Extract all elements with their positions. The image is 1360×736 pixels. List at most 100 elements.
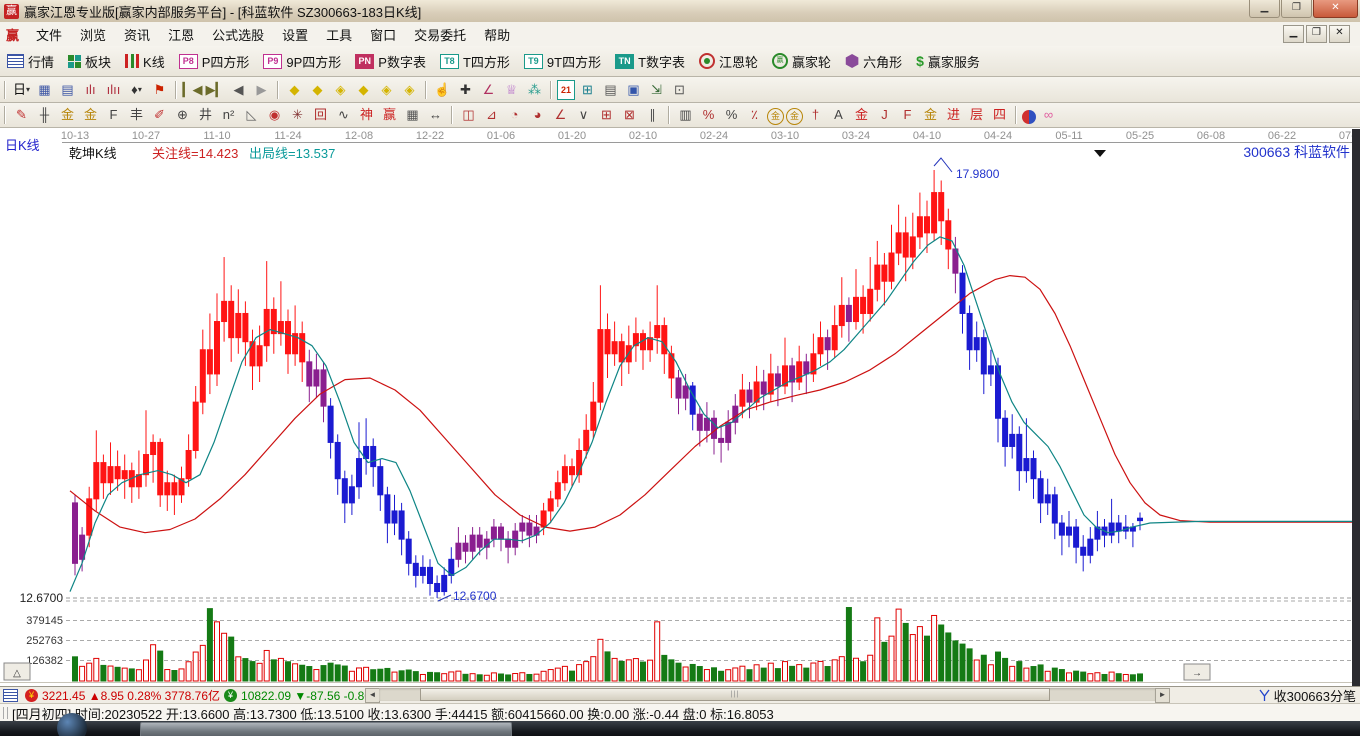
yinyang-icon[interactable] (1022, 110, 1036, 124)
diamond-h-icon[interactable]: ◈ (330, 80, 351, 100)
bars9-chart-icon[interactable]: ılıı (103, 80, 124, 100)
notes-icon[interactable]: ▤ (600, 80, 621, 100)
toolbar-button-T四方形[interactable]: T8T四方形 (433, 49, 517, 73)
titlebar[interactable]: 赢 赢家江恩专业版[赢家内部服务平台] - [科蓝软件 SZ300663-183… (0, 0, 1360, 23)
knot-tool-icon[interactable]: ⁂ (524, 80, 545, 100)
start-orb-icon[interactable] (57, 713, 87, 736)
toolbar-button-9T四方形[interactable]: T99T四方形 (517, 49, 608, 73)
diamond-x-icon[interactable]: ◆ (353, 80, 374, 100)
printer-icon[interactable]: ⊡ (669, 80, 690, 100)
fan-lines-icon[interactable]: ⊿ (481, 105, 502, 125)
minimize-button[interactable]: ▁ (1249, 0, 1280, 18)
scroll-thumb[interactable]: ||| (420, 688, 1050, 701)
coin-icon[interactable]: 金 (767, 108, 784, 125)
grid-box-icon[interactable]: ⊞ (596, 105, 617, 125)
menu-item-文件[interactable]: 文件 (27, 26, 71, 45)
f-grid-icon[interactable]: F (103, 105, 124, 125)
ruler-grid-icon[interactable]: ▦ (402, 105, 423, 125)
pattern-chart-icon[interactable]: ▦ (34, 80, 55, 100)
prev-page-icon[interactable]: ◀ (228, 80, 249, 100)
period-day-dropdown[interactable]: 日▾ (11, 80, 32, 100)
diamond-left-icon[interactable]: ◆ (284, 80, 305, 100)
calendar-icon[interactable]: 21 (557, 80, 575, 100)
pct5-icon[interactable]: ٪ (744, 105, 765, 125)
toolbar-button-板块[interactable]: 板块 (61, 49, 118, 73)
diamond-all-icon[interactable]: ◈ (399, 80, 420, 100)
mdi-close-button[interactable]: ✕ (1329, 25, 1350, 43)
shanghai-index-quote[interactable]: 3221.45 ▲8.95 0.28% 3778.76亿 (42, 687, 220, 704)
parallel-lines-icon[interactable]: ∥ (642, 105, 663, 125)
menu-item-设置[interactable]: 设置 (273, 26, 317, 45)
windows-taskbar[interactable] (0, 721, 1360, 736)
toolbar-button-T数字表[interactable]: TNT数字表 (608, 49, 692, 73)
toolbar-button-P数字表[interactable]: PNP数字表 (348, 49, 433, 73)
gold-grid2-icon[interactable]: 金 (80, 105, 101, 125)
pie-tool-icon[interactable]: ◕ (527, 105, 548, 125)
f-angle-icon[interactable]: F (897, 105, 918, 125)
menu-item-公式选股[interactable]: 公式选股 (203, 26, 273, 45)
menu-item-资讯[interactable]: 资讯 (115, 26, 159, 45)
a-grid-icon[interactable]: A (828, 105, 849, 125)
kline-chart[interactable]: 10-1310-2711-1011-2412-0812-2201-0601-20… (0, 128, 1360, 686)
angle-line-icon[interactable]: ∠ (550, 105, 571, 125)
wave-icon[interactable]: ∿ (333, 105, 354, 125)
j-angle-icon[interactable]: J (874, 105, 895, 125)
candle-style-dropdown[interactable]: ♦▾ (126, 80, 147, 100)
bars3-chart-icon[interactable]: ılı (80, 80, 101, 100)
angle-ruler-icon[interactable]: ◺ (241, 105, 262, 125)
volume-pane-toggle-button[interactable]: △ (4, 663, 30, 680)
period-label[interactable]: 日K线 (5, 138, 40, 153)
compass-icon[interactable]: ◉ (264, 105, 285, 125)
pct-box-icon[interactable]: % (698, 105, 719, 125)
ceng-angle-icon[interactable]: 层 (966, 105, 987, 125)
quote-grid-icon[interactable] (3, 689, 18, 702)
angle-pick-icon[interactable]: ∠ (478, 80, 499, 100)
menu-item-江恩[interactable]: 江恩 (159, 26, 203, 45)
menu-item-浏览[interactable]: 浏览 (71, 26, 115, 45)
gold-grid-icon[interactable]: 金 (57, 105, 78, 125)
mdi-minimize-button[interactable]: ▁ (1283, 25, 1304, 43)
mdi-restore-button[interactable]: ❐ (1306, 25, 1327, 43)
toolbar-button-六角形[interactable]: 六角形 (838, 49, 909, 73)
toolbar-button-江恩轮[interactable]: 江恩轮 (692, 49, 765, 73)
toolbar-button-K线[interactable]: K线 (118, 49, 172, 73)
toolbar-button-赢家服务[interactable]: $赢家服务 (909, 49, 987, 73)
diamond-right-icon[interactable]: ◆ (307, 80, 328, 100)
shen-tool-icon[interactable]: 神 (356, 105, 377, 125)
chart-pct-icon[interactable]: ▥ (675, 105, 696, 125)
menu-item-交易委托[interactable]: 交易委托 (405, 26, 475, 45)
si-angle-icon[interactable]: 四 (989, 105, 1010, 125)
percent-icon[interactable]: % (721, 105, 742, 125)
diamond-v-icon[interactable]: ◈ (376, 80, 397, 100)
scroll-right-button[interactable]: ► (1155, 688, 1170, 703)
save-icon[interactable]: ▣ (623, 80, 644, 100)
toolbar-button-赢家轮[interactable]: 赢赢家轮 (765, 49, 838, 73)
infinity-icon[interactable]: ∞ (1038, 105, 1059, 125)
last-page-icon[interactable]: ▶▎ (205, 80, 226, 100)
pen-tool-icon[interactable]: ✎ (11, 105, 32, 125)
menu-item-窗口[interactable]: 窗口 (361, 26, 405, 45)
close-button[interactable]: ✕ (1313, 0, 1358, 18)
next-page-icon[interactable]: ▶ (251, 80, 272, 100)
five-grid-icon[interactable]: 丰 (126, 105, 147, 125)
circle-grid-icon[interactable]: ⊕ (172, 105, 193, 125)
crosshair-tool-icon[interactable]: ✚ (455, 80, 476, 100)
toolbar-button-9P四方形[interactable]: P99P四方形 (256, 49, 348, 73)
quote-report-icon[interactable]: ▤ (57, 80, 78, 100)
restore-button[interactable]: ❐ (1281, 0, 1312, 18)
export-icon[interactable]: ⇲ (646, 80, 667, 100)
gold-angle-icon[interactable]: 金 (920, 105, 941, 125)
toolbar-button-P四方形[interactable]: P8P四方形 (172, 49, 257, 73)
menu-item-工具[interactable]: 工具 (317, 26, 361, 45)
web-icon[interactable]: ✳ (287, 105, 308, 125)
n2-icon[interactable]: n² (218, 105, 239, 125)
window-line-icon[interactable]: ◫ (458, 105, 479, 125)
scroll-right-mini-button[interactable]: → (1184, 664, 1210, 680)
horizontal-scrollbar[interactable]: ◄ ||| ► (365, 688, 1170, 701)
toolbar-button-行情[interactable]: 行情 (0, 49, 61, 73)
vline-tool-icon[interactable]: ∨ (573, 105, 594, 125)
width-measure-icon[interactable]: ↔ (425, 105, 446, 125)
scroll-left-button[interactable]: ◄ (365, 688, 380, 703)
calculator-icon[interactable]: ⊞ (577, 80, 598, 100)
grid-tool-icon[interactable]: ╫ (34, 105, 55, 125)
